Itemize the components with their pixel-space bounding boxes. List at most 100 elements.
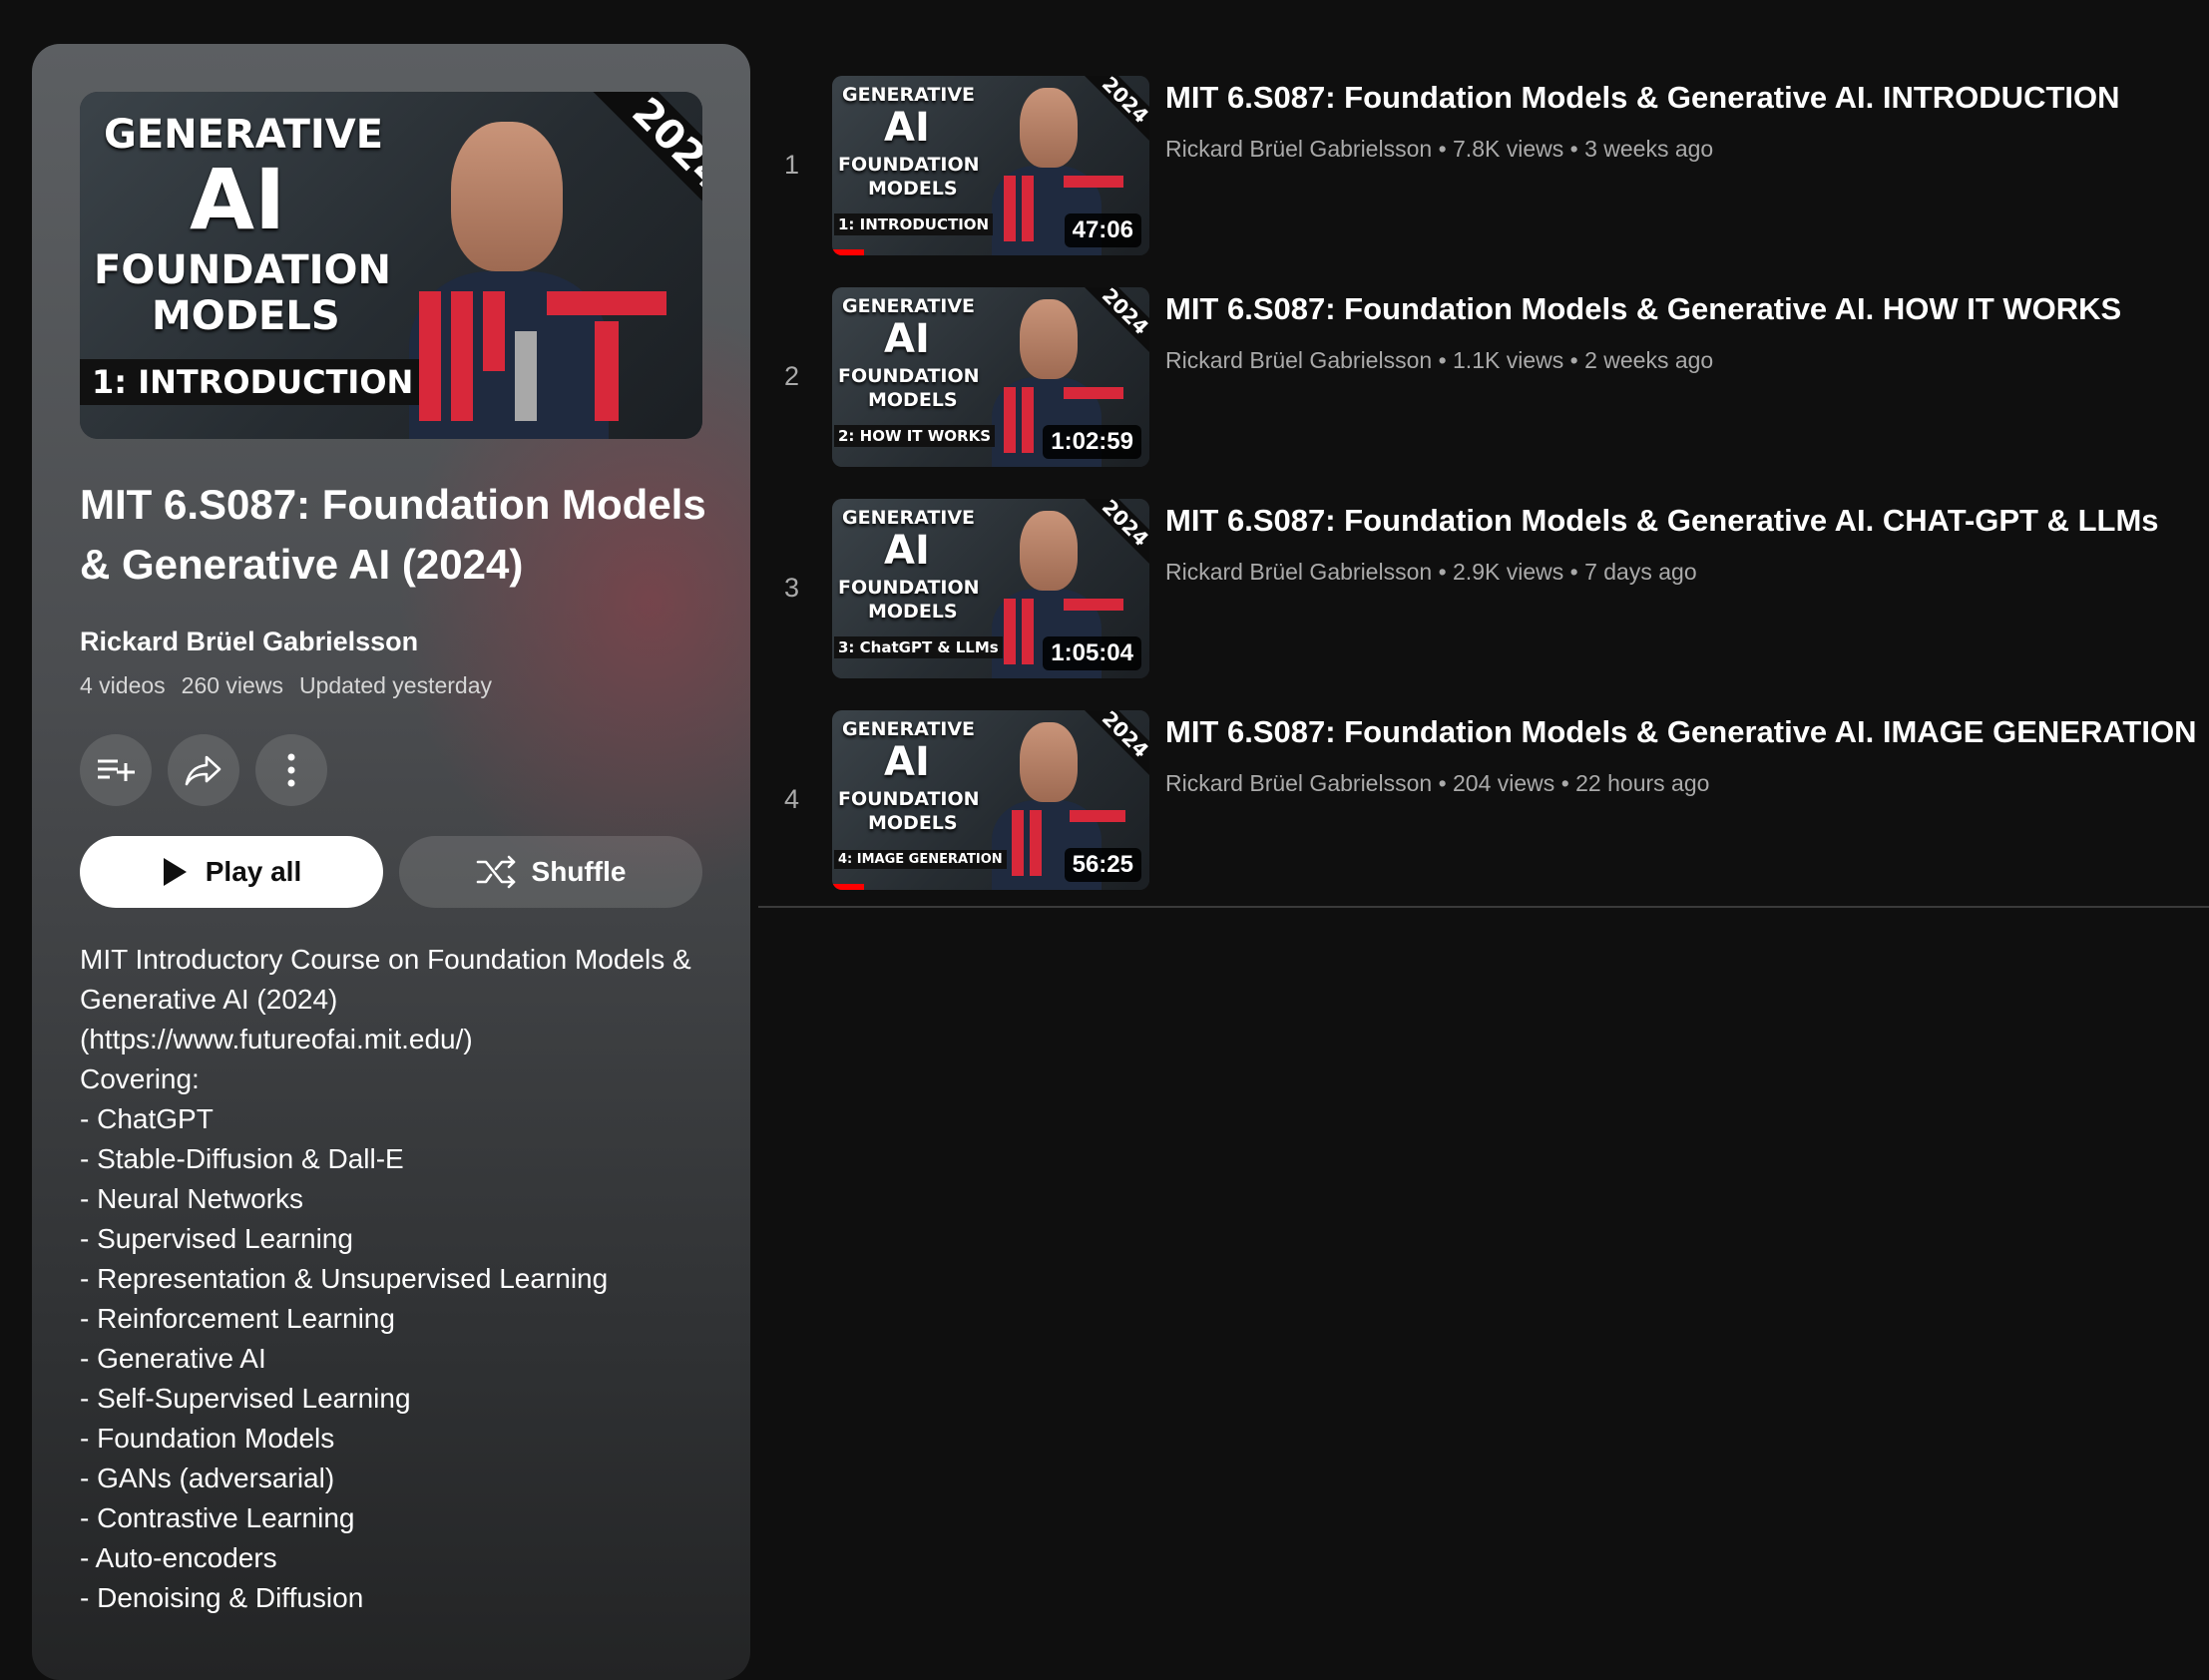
thumb-line-ai: AI: [884, 528, 930, 574]
video-thumbnail[interactable]: GENERATIVE AI FOUNDATION MODELS 2: HOW I…: [832, 287, 1149, 467]
view-count: 2.9K views: [1453, 559, 1564, 585]
playlist-stats: 4 videos 260 views Updated yesterday: [80, 672, 492, 699]
description-line: - Auto-encoders: [80, 1542, 277, 1573]
thumb-line-generative: GENERATIVE: [842, 718, 976, 740]
video-index: 3: [784, 573, 800, 603]
meta-separator: •: [1438, 136, 1454, 162]
mit-logo-bar: [1064, 599, 1123, 611]
video-index: 2: [784, 361, 800, 391]
video-title[interactable]: MIT 6.S087: Foundation Models & Generati…: [1165, 714, 2196, 750]
video-thumbnail[interactable]: GENERATIVE AI FOUNDATION MODELS 4: IMAGE…: [832, 710, 1149, 890]
video-row[interactable]: 1 GENERATIVE AI FOUNDATION MODELS 1: INT…: [758, 70, 2209, 281]
video-thumbnail[interactable]: GENERATIVE AI FOUNDATION MODELS 3: ChatG…: [832, 499, 1149, 678]
channel-name[interactable]: Rickard Brüel Gabrielsson: [1165, 770, 1432, 796]
playlist-thumbnail[interactable]: GENERATIVE AI FOUNDATION MODELS 1: INTRO…: [80, 92, 702, 439]
play-all-button[interactable]: Play all: [80, 836, 383, 908]
mit-logo-bar: [1022, 599, 1034, 664]
description-line: - Supervised Learning: [80, 1223, 353, 1254]
thumb-line-models: MODELS: [868, 178, 958, 200]
view-count: 204 views: [1453, 770, 1555, 796]
thumb-line-ai: AI: [884, 316, 930, 362]
video-title[interactable]: MIT 6.S087: Foundation Models & Generati…: [1165, 80, 2120, 116]
video-list: 1 GENERATIVE AI FOUNDATION MODELS 1: INT…: [758, 70, 2209, 916]
playlist-add-icon: [98, 759, 135, 781]
video-count: 4 videos: [80, 672, 166, 698]
video-meta: Rickard Brüel Gabrielsson • 204 views • …: [1165, 770, 1709, 797]
description-link[interactable]: (https://www.futureofai.mit.edu/): [80, 1020, 718, 1059]
description-line: Generative AI (2024): [80, 984, 338, 1015]
video-meta: Rickard Brüel Gabrielsson • 7.8K views •…: [1165, 136, 1713, 163]
video-row[interactable]: 2 GENERATIVE AI FOUNDATION MODELS 2: HOW…: [758, 281, 2209, 493]
save-playlist-button[interactable]: [80, 734, 152, 806]
meta-separator: •: [1569, 559, 1585, 585]
upload-age: 2 weeks ago: [1584, 347, 1714, 373]
video-thumbnail[interactable]: GENERATIVE AI FOUNDATION MODELS 1: INTRO…: [832, 76, 1149, 255]
playlist-title: MIT 6.S087: Foundation Models & Generati…: [80, 481, 706, 588]
description-line: - Generative AI: [80, 1343, 266, 1374]
video-meta: Rickard Brüel Gabrielsson • 1.1K views •…: [1165, 347, 1713, 374]
meta-separator: •: [1569, 347, 1585, 373]
watch-progress-bar: [832, 884, 864, 890]
description-line: - ChatGPT: [80, 1103, 214, 1134]
video-row[interactable]: 3 GENERATIVE AI FOUNDATION MODELS 3: Cha…: [758, 493, 2209, 704]
more-actions-button[interactable]: [255, 734, 327, 806]
meta-separator: •: [1560, 770, 1576, 796]
mit-logo-bar: [595, 321, 619, 421]
thumb-line-models: MODELS: [868, 601, 958, 623]
mit-logo-bar: [1004, 387, 1016, 453]
presenter-face: [1020, 511, 1078, 591]
channel-name[interactable]: Rickard Brüel Gabrielsson: [1165, 347, 1432, 373]
thumb-line-foundation: FOUNDATION: [838, 154, 980, 176]
thumb-line-generative: GENERATIVE: [842, 507, 976, 529]
thumb-subtitle: 1: INTRODUCTION: [80, 359, 426, 405]
thumb-subtitle: 1: INTRODUCTION: [834, 213, 994, 235]
video-meta: Rickard Brüel Gabrielsson • 2.9K views •…: [1165, 559, 1697, 586]
mit-logo-bar: [1070, 810, 1125, 822]
video-index: 4: [784, 784, 800, 814]
mit-logo-bar: [1064, 176, 1123, 188]
playlist-owner[interactable]: Rickard Brüel Gabrielsson: [80, 627, 418, 657]
presenter-face: [1020, 299, 1078, 379]
mit-logo-bar: [1064, 387, 1123, 399]
channel-name[interactable]: Rickard Brüel Gabrielsson: [1165, 559, 1432, 585]
thumb-line-generative: GENERATIVE: [842, 84, 976, 106]
thumb-line-foundation: FOUNDATION: [838, 577, 980, 599]
thumb-line-models: MODELS: [868, 389, 958, 411]
mit-logo-bar: [483, 291, 505, 371]
video-title[interactable]: MIT 6.S087: Foundation Models & Generati…: [1165, 503, 2159, 539]
shuffle-icon: [476, 855, 515, 889]
mit-logo-bar: [419, 291, 441, 421]
mit-logo-bar: [1022, 176, 1034, 241]
thumb-line-generative: GENERATIVE: [842, 295, 976, 317]
share-icon: [185, 755, 221, 786]
video-duration: 47:06: [1064, 213, 1141, 247]
thumb-line-ai: AI: [190, 151, 286, 248]
video-row[interactable]: 4 GENERATIVE AI FOUNDATION MODELS 4: IMA…: [758, 704, 2209, 916]
channel-name[interactable]: Rickard Brüel Gabrielsson: [1165, 136, 1432, 162]
thumb-line-foundation: FOUNDATION: [838, 788, 980, 810]
view-count: 1.1K views: [1453, 347, 1564, 373]
mit-logo-bar: [1004, 599, 1016, 664]
shuffle-label: Shuffle: [531, 856, 627, 887]
thumb-line-ai: AI: [884, 105, 930, 151]
description-line: MIT Introductory Course on Foundation Mo…: [80, 944, 691, 975]
play-icon: [163, 858, 187, 886]
meta-separator: •: [1438, 347, 1454, 373]
video-title[interactable]: MIT 6.S087: Foundation Models & Generati…: [1165, 291, 2121, 327]
updated-label: Updated yesterday: [298, 672, 493, 698]
share-button[interactable]: [168, 734, 239, 806]
thumb-line-models: MODELS: [152, 293, 340, 339]
thumb-subtitle: 3: ChatGPT & LLMs: [834, 636, 1003, 658]
description-line: - Representation & Unsupervised Learning: [80, 1263, 609, 1294]
shuffle-button[interactable]: Shuffle: [399, 836, 702, 908]
description-line: - Self-Supervised Learning: [80, 1383, 411, 1414]
playlist-header-panel: GENERATIVE AI FOUNDATION MODELS 1: INTRO…: [32, 44, 750, 1680]
view-count: 7.8K views: [1453, 136, 1564, 162]
mit-logo-bar: [1004, 176, 1016, 241]
description-line: - Stable-Diffusion & Dall-E: [80, 1143, 404, 1174]
mit-logo-bar: [1030, 810, 1042, 876]
video-duration: 1:02:59: [1043, 425, 1141, 459]
thumb-line-models: MODELS: [868, 812, 958, 834]
mit-logo-bar: [515, 331, 537, 421]
description-line: Covering:: [80, 1063, 200, 1094]
